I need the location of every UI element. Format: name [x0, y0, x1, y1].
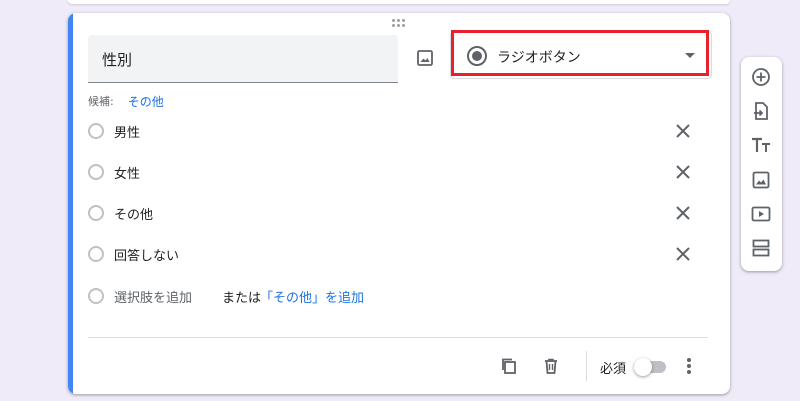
close-icon[interactable]	[674, 245, 692, 263]
option-label[interactable]: 男性	[114, 122, 140, 141]
image-icon[interactable]	[750, 169, 772, 191]
option-row[interactable]: 女性	[88, 159, 708, 185]
question-title-text: 性別	[102, 51, 133, 69]
video-icon[interactable]	[750, 203, 772, 225]
radio-circle-icon	[88, 246, 104, 262]
image-icon[interactable]	[414, 47, 436, 69]
add-circle-icon[interactable]	[750, 66, 772, 88]
question-card[interactable]: 性別 ラジオボタン 候補: その他 男性 女性 その他 回答しない 選択肢を追加…	[68, 13, 730, 394]
add-option-button[interactable]: 選択肢を追加	[114, 287, 192, 306]
add-option-row: 選択肢を追加 または 「その他」を追加	[88, 283, 488, 309]
option-label[interactable]: その他	[114, 204, 153, 223]
import-icon[interactable]	[750, 100, 772, 122]
suggestion-row: 候補: その他	[88, 93, 164, 109]
suggestion-label: 候補:	[88, 95, 114, 108]
radio-circle-icon	[88, 288, 104, 304]
option-label[interactable]: 回答しない	[114, 245, 179, 264]
option-row[interactable]: その他	[88, 200, 708, 226]
radio-circle-icon	[88, 164, 104, 180]
footer-separator	[586, 351, 587, 381]
close-icon[interactable]	[674, 122, 692, 140]
radio-circle-icon	[88, 123, 104, 139]
option-row[interactable]: 男性	[88, 118, 708, 144]
radio-button-checked-icon	[467, 46, 487, 66]
drag-handle[interactable]	[392, 19, 406, 27]
question-type-label: ラジオボタン	[497, 50, 581, 66]
section-icon[interactable]	[750, 237, 772, 259]
copy-icon[interactable]	[498, 355, 520, 377]
option-label[interactable]: 女性	[114, 163, 140, 182]
question-title-field[interactable]: 性別	[88, 35, 398, 83]
suggestion-chip[interactable]: その他	[128, 93, 164, 110]
required-label: 必須	[600, 362, 627, 377]
close-icon[interactable]	[674, 163, 692, 181]
previous-card-edge	[68, 0, 730, 4]
radio-circle-icon	[88, 205, 104, 221]
or-label: または	[222, 291, 262, 306]
trash-icon[interactable]	[540, 355, 562, 377]
footer-divider	[88, 337, 708, 338]
arrow-drop-down-icon	[685, 53, 695, 58]
more-vert-icon[interactable]	[678, 355, 700, 377]
active-accent-bar	[68, 13, 73, 394]
close-icon[interactable]	[674, 204, 692, 222]
add-other-button[interactable]: 「その他」を追加	[260, 287, 364, 306]
title-text-icon[interactable]	[750, 134, 772, 156]
option-row[interactable]: 回答しない	[88, 241, 708, 267]
question-type-dropdown[interactable]: ラジオボタン	[450, 31, 712, 79]
required-toggle[interactable]	[634, 358, 666, 376]
side-toolbar	[741, 57, 782, 271]
toggle-knob	[634, 358, 652, 376]
